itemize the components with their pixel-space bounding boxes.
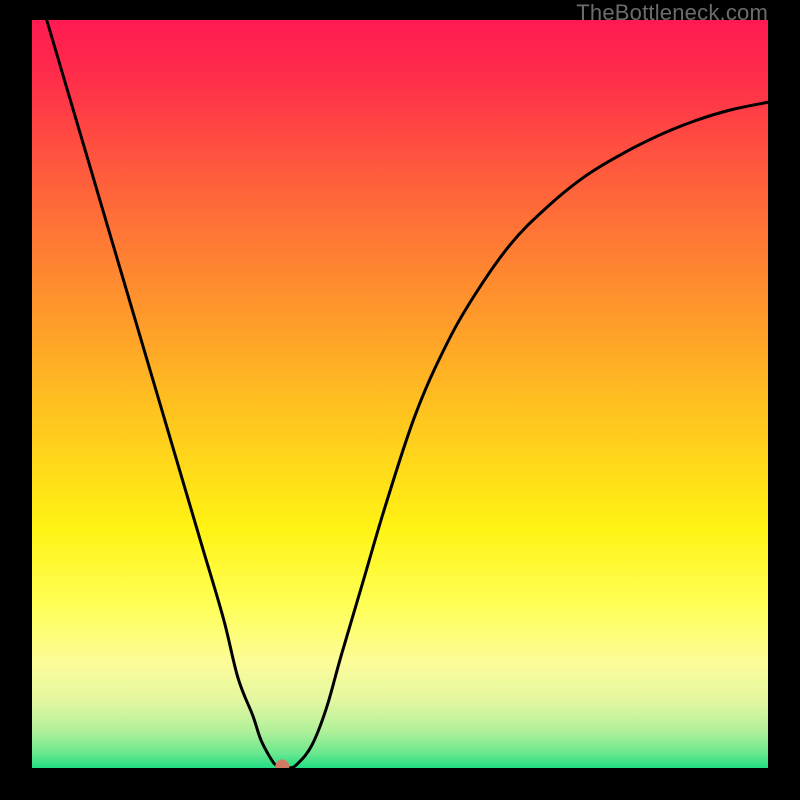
chart-background [32, 20, 768, 768]
chart-svg [32, 20, 768, 768]
chart-frame [32, 20, 768, 768]
